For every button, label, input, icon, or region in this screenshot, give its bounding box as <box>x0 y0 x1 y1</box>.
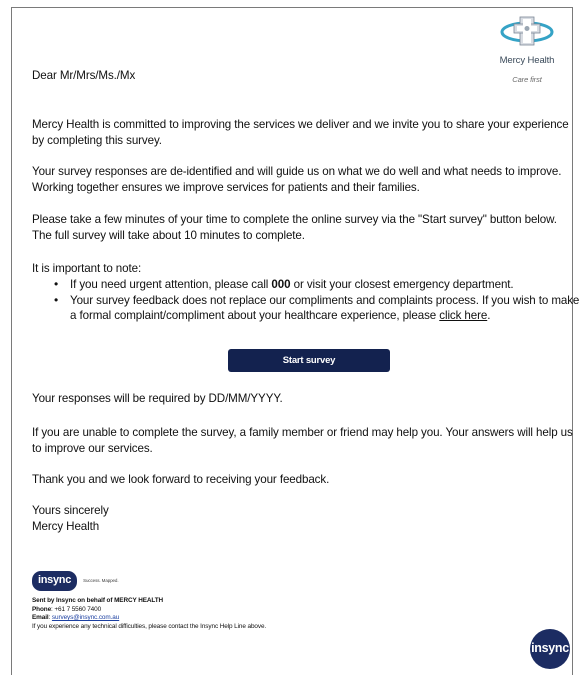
help-line: If you experience any technical difficul… <box>32 622 267 630</box>
email-link[interactable]: surveys@insync.com.au <box>52 614 119 621</box>
start-survey-button[interactable]: Start survey <box>228 349 390 372</box>
sign-off: Yours sincerely <box>32 504 109 517</box>
list-item: Your survey feedback does not replace ou… <box>54 293 580 324</box>
family-help-paragraph: If you are unable to complete the survey… <box>32 426 573 455</box>
insync-tagline: Success. Mapped. <box>83 578 119 583</box>
email-label: Email <box>32 614 49 622</box>
deadline-text: Your responses will be required by DD/MM… <box>32 392 283 405</box>
phone-label: Phone <box>32 605 52 613</box>
phone-number: : +61 7 5560 7400 <box>51 605 102 613</box>
insync-circle-logo: insync <box>530 629 570 669</box>
complaint-link[interactable]: click here <box>439 309 487 322</box>
instructions-paragraph: Please take a few minutes of your time t… <box>32 213 557 242</box>
mercy-cross-icon <box>500 16 554 46</box>
insync-logo: insync Success. Mapped. <box>32 571 119 591</box>
bullet2-text-pre: Your survey feedback does not replace ou… <box>70 293 580 323</box>
email-frame: Mercy Health Care first Dear Mr/Mrs/Ms./… <box>11 7 579 675</box>
insync-logo-badge: insync <box>32 571 78 591</box>
signature: Mercy Health <box>32 520 100 533</box>
phone-line: Phone: +61 7 5560 7400 <box>32 606 512 615</box>
note-list: If you need urgent attention, please cal… <box>32 277 580 324</box>
logo-brand-name: Mercy Health <box>499 54 555 66</box>
footer: Sent by Insync on behalf of MERCY HEALTH… <box>32 597 512 631</box>
sent-by-line: Sent by Insync on behalf of MERCY HEALTH <box>32 597 164 604</box>
email-line: Email: surveys@insync.com.au <box>32 614 512 623</box>
list-item: If you need urgent attention, please cal… <box>54 277 580 293</box>
bullet1-text-pre: If you need urgent attention, please cal… <box>70 278 272 291</box>
note-intro: It is important to note: <box>32 262 142 275</box>
bullet2-text-post: . <box>487 309 491 322</box>
bullet1-text-post: or visit your closest emergency departme… <box>290 278 514 291</box>
emergency-number: 000 <box>271 278 291 291</box>
greeting: Dear Mr/Mrs/Ms./Mx <box>32 69 136 82</box>
intro-paragraph: Mercy Health is committed to improving t… <box>32 118 569 147</box>
privacy-paragraph: Your survey responses are de-identified … <box>32 165 562 194</box>
thanks-text: Thank you and we look forward to receivi… <box>32 473 330 486</box>
